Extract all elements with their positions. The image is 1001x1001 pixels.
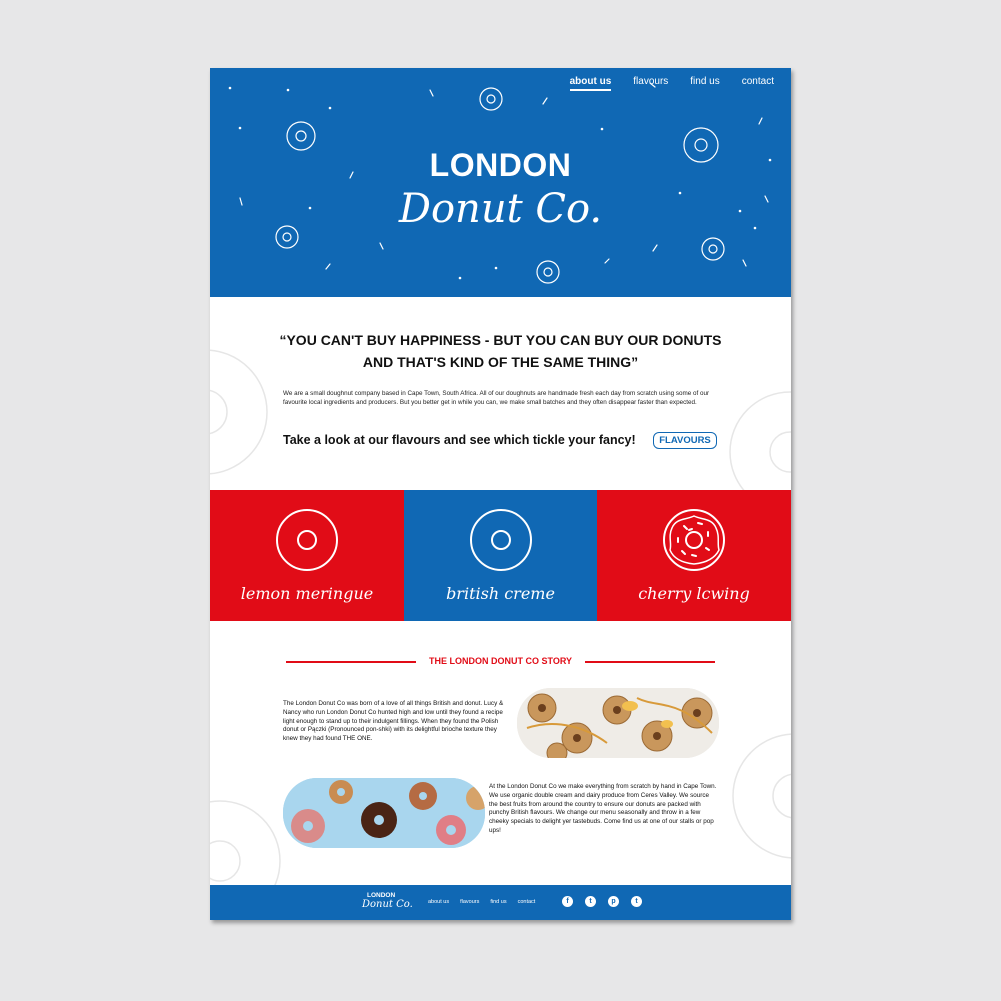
frosted-donuts-photo — [283, 778, 485, 848]
story-title: THE LONDON DONUT CO STORY — [428, 656, 572, 666]
footer: LONDON Donut Co. about us flavours find … — [210, 885, 791, 920]
footer-navigation: about us flavours find us contact — [428, 899, 546, 905]
flavours-button[interactable]: FLAVOURS — [653, 432, 717, 449]
plain-donut-icon — [276, 509, 338, 571]
social-links: f t p t — [562, 896, 654, 907]
story-paragraph-2: At the London Donut Co we make everythin… — [489, 783, 717, 834]
pinterest-icon[interactable]: p — [608, 896, 619, 907]
facebook-icon[interactable]: f — [562, 896, 573, 907]
glazed-donuts-photo — [517, 688, 719, 758]
flavour-tiles: lemon meringue british creme cherry lcwi… — [210, 490, 791, 621]
intro-section: “YOU CAN'T BUY HAPPINESS - BUT YOU CAN B… — [210, 297, 791, 490]
nav-about-us[interactable]: about us — [569, 76, 612, 91]
footer-nav-find-us[interactable]: find us — [490, 899, 506, 905]
footer-nav-about-us[interactable]: about us — [428, 899, 449, 905]
hero-banner: about us flavours find us contact LONDON… — [210, 68, 791, 297]
nav-find-us[interactable]: find us — [690, 76, 719, 91]
plain-donut-icon — [469, 509, 532, 571]
flavour-label: cherry lcwing — [638, 584, 750, 603]
nav-contact[interactable]: contact — [742, 76, 774, 91]
footer-nav-flavours[interactable]: flavours — [460, 899, 479, 905]
story-section: THE LONDON DONUT CO STORY The London Don… — [210, 621, 791, 885]
flavour-tile-cherry-lcwing[interactable]: cherry lcwing — [597, 490, 791, 621]
top-navigation: about us flavours find us contact — [548, 76, 774, 91]
flavour-label: british creme — [446, 584, 555, 603]
footer-logo-wordmark[interactable]: LONDON — [367, 892, 395, 899]
website-mockup: about us flavours find us contact LONDON… — [210, 68, 791, 920]
intro-paragraph: We are a small doughnut company based in… — [283, 390, 710, 406]
tumblr-icon[interactable]: t — [631, 896, 642, 907]
logo-script: Donut Co. — [398, 186, 603, 232]
hero-quote: “YOU CAN'T BUY HAPPINESS - BUT YOU CAN B… — [279, 332, 722, 370]
flavour-tile-british-creme[interactable]: british creme — [404, 490, 597, 621]
twitter-icon[interactable]: t — [585, 896, 596, 907]
logo-wordmark: LONDON — [429, 147, 572, 183]
nav-flavours[interactable]: flavours — [633, 76, 668, 91]
flavour-tile-lemon-meringue[interactable]: lemon meringue — [210, 490, 404, 621]
sprinkle-donut-icon — [663, 509, 725, 571]
flavour-label: lemon meringue — [240, 584, 374, 603]
story-paragraph-1: The London Donut Co was born of a love o… — [283, 700, 504, 743]
footer-logo-script[interactable]: Donut Co. — [362, 899, 413, 910]
cta-text: Take a look at our flavours and see whic… — [283, 433, 636, 447]
footer-nav-contact[interactable]: contact — [518, 899, 536, 905]
